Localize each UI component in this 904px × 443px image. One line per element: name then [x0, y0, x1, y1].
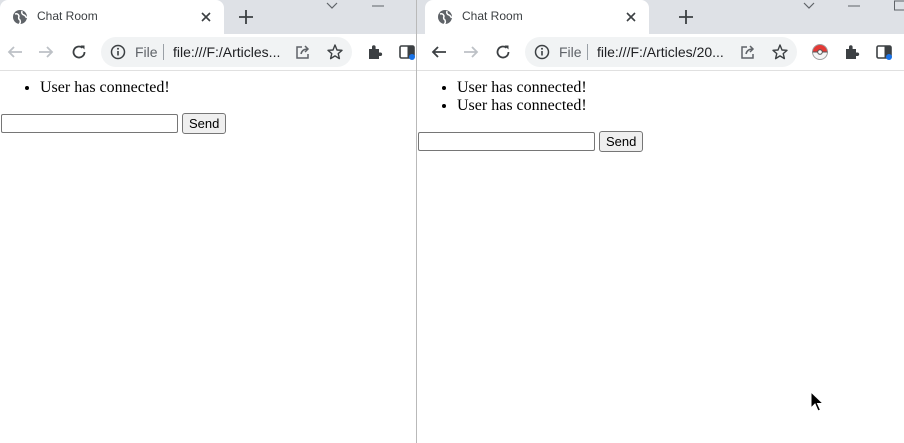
browser-window-left: Chat Room File file:///F:/Articles... • …	[0, 0, 416, 443]
tab-title: Chat Room	[462, 9, 523, 23]
close-icon[interactable]	[623, 9, 639, 25]
side-panel-icon[interactable]	[398, 43, 416, 61]
omnibox-separator	[587, 44, 588, 60]
message-input[interactable]	[418, 132, 595, 151]
url-text[interactable]: file:///F:/Articles/20...	[597, 44, 724, 60]
tab-chat-room[interactable]: Chat Room	[425, 0, 649, 34]
list-item: User has connected!	[457, 97, 904, 115]
chevron-down-icon[interactable]	[802, 0, 816, 12]
star-icon[interactable]	[326, 43, 344, 61]
globe-icon	[13, 10, 28, 25]
chat-form: Send	[1, 113, 416, 134]
back-arrow-icon[interactable]	[6, 43, 24, 61]
send-button[interactable]: Send	[182, 113, 227, 134]
minimize-icon[interactable]	[371, 0, 385, 12]
minimize-icon[interactable]	[847, 0, 861, 12]
close-icon[interactable]	[198, 9, 214, 25]
page-content: User has connected! Send	[0, 71, 416, 443]
scheme-chip: File	[559, 44, 582, 60]
forward-arrow-icon[interactable]	[37, 43, 55, 61]
chat-form: Send	[418, 131, 904, 152]
omnibox-separator	[163, 44, 164, 60]
tab-strip: Chat Room	[417, 0, 904, 34]
url-text[interactable]: file:///F:/Articles...	[173, 44, 280, 60]
scheme-chip: File	[135, 44, 158, 60]
star-icon[interactable]	[771, 43, 789, 61]
mouse-cursor-icon	[810, 391, 824, 412]
message-input[interactable]	[1, 114, 178, 133]
puzzle-icon[interactable]	[843, 43, 861, 61]
address-bar[interactable]: File file:///F:/Articles/20...	[525, 37, 797, 67]
list-item: User has connected!	[40, 79, 416, 97]
forward-arrow-icon[interactable]	[462, 43, 480, 61]
plus-icon[interactable]	[677, 8, 695, 26]
send-button[interactable]: Send	[599, 131, 644, 152]
browser-window-right: Chat Room File file:///F:/Articles/20...…	[417, 0, 904, 443]
info-icon[interactable]	[110, 44, 126, 60]
globe-icon	[438, 10, 453, 25]
share-icon[interactable]	[739, 43, 757, 61]
list-item: User has connected!	[457, 79, 904, 97]
message-list: User has connected! User has connected!	[417, 79, 904, 115]
tab-chat-room[interactable]: Chat Room	[0, 0, 224, 34]
browser-toolbar: File file:///F:/Articles/20...	[417, 34, 904, 71]
chevron-down-icon[interactable]	[325, 0, 339, 12]
side-panel-icon[interactable]	[875, 43, 893, 61]
address-bar[interactable]: File file:///F:/Articles...	[101, 37, 352, 67]
back-arrow-icon[interactable]	[430, 43, 448, 61]
plus-icon[interactable]	[237, 8, 255, 26]
message-list: User has connected!	[0, 79, 416, 97]
browser-toolbar: File file:///F:/Articles...	[0, 34, 416, 71]
tab-strip: Chat Room	[0, 0, 416, 34]
info-icon[interactable]	[534, 44, 550, 60]
share-icon[interactable]	[294, 43, 312, 61]
puzzle-icon[interactable]	[366, 43, 384, 61]
tab-title: Chat Room	[37, 9, 98, 23]
pokeball-icon[interactable]	[811, 43, 829, 61]
page-content: User has connected! User has connected! …	[417, 71, 904, 443]
reload-icon[interactable]	[494, 43, 512, 61]
maximize-icon[interactable]	[893, 0, 904, 12]
reload-icon[interactable]	[70, 43, 88, 61]
